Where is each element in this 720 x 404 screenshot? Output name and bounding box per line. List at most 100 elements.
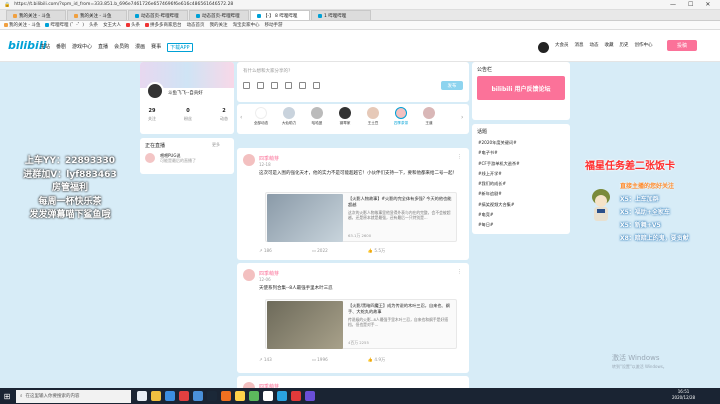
app-icon[interactable] xyxy=(235,391,245,401)
author-name[interactable]: 四季萌芽 xyxy=(259,270,279,277)
up-item[interactable]: 大仙助力 xyxy=(277,107,301,126)
emoji-icon[interactable] xyxy=(243,82,250,89)
maximize-button[interactable]: ☐ xyxy=(688,1,693,8)
windows-start-icon[interactable]: ⊞ xyxy=(0,388,14,404)
nav-link[interactable]: 下载APP xyxy=(167,43,193,52)
taskbar-clock[interactable]: 16:51 2020/12/28 xyxy=(672,389,695,401)
app-icon[interactable] xyxy=(277,391,287,401)
profile-avatar[interactable] xyxy=(146,82,164,100)
up-item-active[interactable]: 四季茶茶 xyxy=(389,107,413,126)
streamer-avatar[interactable] xyxy=(145,153,155,163)
app-icon[interactable] xyxy=(291,391,301,401)
bookmark[interactable]: 我的关注 - 斗鱼 xyxy=(4,22,40,28)
app-icon[interactable] xyxy=(249,391,259,401)
at-icon[interactable] xyxy=(285,82,292,89)
bookmark[interactable]: 女王大人 xyxy=(103,22,121,28)
browser-icon[interactable] xyxy=(165,391,175,401)
bookmark[interactable]: 拼多多商家后台 xyxy=(145,22,182,28)
profile-name[interactable]: 斗鱼飞飞--自贡好 xyxy=(168,90,203,96)
topic-item[interactable]: #电子书# xyxy=(478,148,520,158)
bookmark[interactable]: 哔哩哔哩 (゜-゜) xyxy=(45,22,84,28)
app-icon[interactable] xyxy=(263,391,273,401)
share-button[interactable]: ↗ 186 xyxy=(259,248,272,254)
app-icon[interactable] xyxy=(221,391,231,401)
up-item[interactable]: 全部动态 xyxy=(249,107,273,126)
creator-center-link[interactable]: 创作中心 xyxy=(635,42,653,48)
chevron-right-icon[interactable]: › xyxy=(461,114,463,121)
messages-link[interactable]: 消息 xyxy=(575,42,584,48)
video-thumbnail[interactable] xyxy=(267,301,343,349)
minimize-button[interactable]: — xyxy=(670,1,676,8)
app-icon[interactable] xyxy=(193,391,203,401)
video-card[interactable]: 【火影人物故事】#火影的完全体有多强? 今天的他也能超越 这次的火影人物故事里他… xyxy=(265,192,457,242)
up-item[interactable]: 王道 xyxy=(417,107,441,126)
image-icon[interactable] xyxy=(257,82,264,89)
nav-link[interactable]: 赛事 xyxy=(151,43,161,52)
tab[interactable]: 动态首页-哔哩哔哩 xyxy=(128,10,188,20)
taskbar-search[interactable]: ⌕ 在这里输入你要搜索的内容 xyxy=(16,389,131,403)
more-icon[interactable]: ⋮ xyxy=(457,154,462,160)
composer-input[interactable]: 有什么想和大家分享的? xyxy=(243,68,290,74)
history-link[interactable]: 历史 xyxy=(620,42,629,48)
vote-icon[interactable] xyxy=(299,82,306,89)
dynamics-link[interactable]: 动态 xyxy=(590,42,599,48)
file-explorer-icon[interactable] xyxy=(151,391,161,401)
app-icon[interactable] xyxy=(179,391,189,401)
favorites-link[interactable]: 收藏 xyxy=(605,42,614,48)
close-button[interactable]: ✕ xyxy=(705,1,710,8)
app-icon[interactable] xyxy=(305,391,315,401)
like-button[interactable]: 👍 4.9万 xyxy=(368,357,385,363)
topic-item[interactable]: #新年追剧# xyxy=(478,189,520,199)
video-title[interactable]: 【火影人物故事】#火影的完全体有多强? 今天的他也能超越 xyxy=(348,196,454,207)
steam-icon[interactable] xyxy=(207,391,217,401)
nav-link[interactable]: 番剧 xyxy=(56,43,66,52)
video-title[interactable]: 【火影/黑暗四魔王】成为传说的木叶三忍，自来也、纲手、大蛇丸的故事 xyxy=(348,303,454,314)
topic-item[interactable]: #2020年度关键词# xyxy=(478,138,520,148)
user-avatar[interactable] xyxy=(538,42,549,53)
tab[interactable]: 1 哔哩哔哩 xyxy=(311,10,371,20)
more-icon[interactable]: ⋮ xyxy=(457,269,462,275)
topic-item[interactable]: #搞笑视频大合集# xyxy=(478,200,520,210)
schedule-icon[interactable] xyxy=(313,82,320,89)
tab[interactable]: 我的关注 - 斗鱼 xyxy=(6,10,66,20)
bookmark[interactable]: 淘宝卖家中心 xyxy=(233,22,260,28)
tab[interactable]: 我的关注 - 斗鱼 xyxy=(67,10,127,20)
bookmark[interactable]: 移动手游 xyxy=(265,22,283,28)
bookmark[interactable]: 头条 xyxy=(89,22,98,28)
share-button[interactable]: ↗ 143 xyxy=(259,357,272,363)
up-item[interactable]: 钢琴家 xyxy=(333,107,357,126)
comment-button[interactable]: ▭ 2022 xyxy=(312,248,328,254)
author-name[interactable]: 四季萌芽 xyxy=(259,155,279,162)
video-card[interactable]: 【火影/黑暗四魔王】成为传说的木叶三忍，自来也、纲手、大蛇丸的故事 传说级的火影… xyxy=(265,299,457,349)
address-bar[interactable]: https://t.bilibili.com/?spm_id_from=333.… xyxy=(14,2,233,7)
topic-icon[interactable] xyxy=(271,82,278,89)
bookmark[interactable]: 我的关注 xyxy=(210,22,228,28)
vip-link[interactable]: 大会员 xyxy=(555,42,569,48)
bookmark[interactable]: 动态首页 xyxy=(187,22,205,28)
author-avatar[interactable] xyxy=(243,269,255,281)
upload-button[interactable]: 投稿 xyxy=(667,40,697,51)
topic-item[interactable]: #电竞# xyxy=(478,210,520,220)
like-button[interactable]: 👍 5.5万 xyxy=(368,248,385,254)
topic-item[interactable]: #每日# xyxy=(478,220,520,230)
live-more-link[interactable]: 更多 xyxy=(212,142,220,148)
video-thumbnail[interactable] xyxy=(267,194,343,242)
up-item[interactable]: 哈哈曼 xyxy=(305,107,329,126)
followers-stat[interactable]: 0 粉丝 xyxy=(184,108,192,122)
comment-button[interactable]: ▭ 1996 xyxy=(312,357,328,363)
topic-item[interactable]: #CF手游单机大逃杀# xyxy=(478,159,520,169)
nav-link[interactable]: 会员购 xyxy=(114,43,129,52)
topic-item[interactable]: #线上开学# xyxy=(478,169,520,179)
nav-link[interactable]: 漫画 xyxy=(135,43,145,52)
topic-item[interactable]: #我们的成长# xyxy=(478,179,520,189)
task-view-icon[interactable] xyxy=(137,391,147,401)
following-stat[interactable]: 29 关注 xyxy=(148,108,156,122)
chevron-left-icon[interactable]: ‹ xyxy=(240,114,242,121)
tab[interactable]: 动态首页-哔哩哔哩 xyxy=(189,10,249,20)
posts-stat[interactable]: 2 动态 xyxy=(220,108,228,122)
announcement-banner[interactable]: bilibili 用户反馈论坛 xyxy=(477,76,565,100)
nav-link[interactable]: 主站 xyxy=(40,43,50,52)
bookmark[interactable]: 头条 xyxy=(126,22,140,28)
up-item[interactable]: 王土豆 xyxy=(361,107,385,126)
tab-active[interactable]: 【-】 8 哔哩哔哩 xyxy=(250,10,310,20)
